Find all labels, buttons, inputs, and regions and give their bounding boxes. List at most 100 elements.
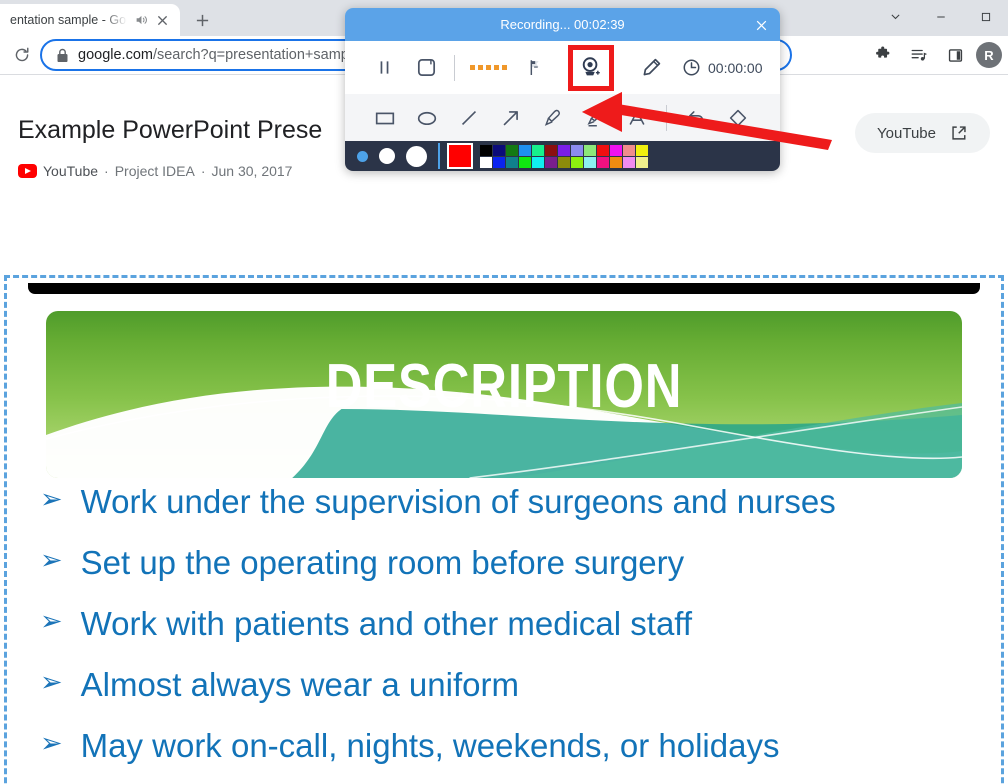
close-icon[interactable]: [155, 13, 170, 28]
undo-icon: [688, 110, 704, 125]
speaker-icon[interactable]: [134, 13, 148, 27]
pen-icon: [544, 109, 561, 126]
bullet-arrow-icon: ➢: [40, 727, 63, 758]
text-tool[interactable]: [617, 100, 657, 136]
color-swatch[interactable]: [545, 156, 557, 168]
stop-button[interactable]: [405, 47, 447, 89]
result-date: Jun 30, 2017: [211, 163, 293, 179]
color-swatch[interactable]: [584, 156, 596, 168]
color-swatch[interactable]: [493, 144, 505, 156]
open-youtube-label: YouTube: [877, 124, 936, 142]
brush-size-large[interactable]: [406, 145, 427, 167]
recording-timer: 00:00:00: [682, 58, 763, 77]
ellipse-tool[interactable]: [407, 100, 447, 136]
highlighter-icon: [587, 109, 604, 126]
color-swatch[interactable]: [636, 156, 648, 168]
chevron-down-icon: [891, 14, 900, 20]
slide-selection-frame[interactable]: DESCRIPTION ➢ Work under the supervision…: [4, 275, 1004, 784]
brush-size-small[interactable]: [357, 150, 368, 162]
highlighter-tool[interactable]: [575, 100, 615, 136]
annotate-button[interactable]: [630, 47, 672, 89]
color-swatch[interactable]: [571, 156, 583, 168]
eraser-icon: [729, 109, 747, 126]
reload-button[interactable]: [7, 40, 37, 70]
color-swatch[interactable]: [558, 156, 570, 168]
brush-size-medium[interactable]: [379, 148, 395, 164]
line-icon: [461, 110, 477, 125]
window-controls: [873, 0, 1008, 33]
bullet-arrow-icon: ➢: [40, 484, 63, 514]
eraser-tool[interactable]: [718, 100, 758, 136]
bullet-arrow-icon: ➢: [40, 666, 63, 697]
divider: [666, 104, 667, 131]
color-swatch[interactable]: [597, 144, 609, 156]
bullet-arrow-icon: ➢: [40, 605, 63, 636]
chevron-down-button[interactable]: [873, 0, 918, 33]
extensions-button[interactable]: [868, 40, 898, 70]
color-swatch[interactable]: [597, 156, 609, 168]
screen-recorder-toolbar: Recording... 00:02:39 00:00:00: [345, 8, 780, 171]
meta-separator-1: ·: [104, 163, 109, 179]
color-swatch[interactable]: [610, 144, 622, 156]
color-swatch[interactable]: [506, 144, 518, 156]
color-swatch[interactable]: [545, 144, 557, 156]
color-swatch[interactable]: [519, 156, 531, 168]
list-item: ➢ Set up the operating room before surge…: [40, 544, 976, 583]
ellipse-icon: [417, 111, 437, 125]
palette-row-2: [480, 156, 648, 168]
rectangle-icon: [375, 112, 395, 124]
rectangle-tool[interactable]: [365, 100, 405, 136]
undo-tool[interactable]: [676, 100, 716, 136]
puzzle-icon: [876, 46, 890, 58]
color-swatch[interactable]: [558, 144, 570, 156]
color-swatch[interactable]: [610, 156, 622, 168]
list-item: ➢ May work on-call, nights, weekends, or…: [40, 727, 976, 766]
color-swatch[interactable]: [493, 156, 505, 168]
current-color-swatch[interactable]: [447, 143, 473, 169]
color-swatch[interactable]: [519, 144, 531, 156]
recorder-controls-row: 00:00:00: [345, 41, 780, 94]
color-swatch[interactable]: [623, 156, 635, 168]
maximize-button[interactable]: [963, 0, 1008, 33]
bullet-arrow-icon: ➢: [40, 544, 63, 575]
slide-header-banner: DESCRIPTION: [46, 311, 962, 478]
color-swatch[interactable]: [571, 144, 583, 156]
result-channel: Project IDEA: [114, 163, 195, 179]
color-swatch[interactable]: [584, 144, 596, 156]
color-swatch[interactable]: [636, 144, 648, 156]
color-swatch[interactable]: [623, 144, 635, 156]
color-swatch[interactable]: [480, 156, 492, 168]
stop-icon: [417, 58, 435, 77]
new-tab-button[interactable]: [188, 6, 216, 34]
pen-tool[interactable]: [533, 100, 573, 136]
close-icon[interactable]: [750, 14, 772, 36]
slide-top-bar: [28, 283, 980, 294]
minimize-button[interactable]: [918, 0, 963, 33]
pause-button[interactable]: [363, 47, 405, 89]
page-title: Example PowerPoint Prese: [18, 116, 323, 144]
external-link-icon: [952, 126, 966, 140]
webcam-button[interactable]: [568, 44, 614, 91]
bookmark-flag-button[interactable]: [514, 47, 556, 89]
color-swatch[interactable]: [506, 156, 518, 168]
recorder-titlebar[interactable]: Recording... 00:02:39: [345, 8, 780, 41]
reading-list-button[interactable]: [904, 40, 934, 70]
audio-level-indicator[interactable]: [462, 65, 514, 70]
line-tool[interactable]: [449, 100, 489, 136]
color-swatch[interactable]: [532, 144, 544, 156]
clock-icon: [683, 59, 700, 76]
avatar[interactable]: R: [976, 42, 1002, 68]
youtube-icon: [18, 164, 37, 178]
color-swatch[interactable]: [532, 156, 544, 168]
text-a-icon: [629, 110, 645, 125]
browser-tab[interactable]: entation sample - Googl: [0, 4, 180, 36]
pencil-icon: [643, 58, 661, 75]
open-youtube-button[interactable]: YouTube: [855, 113, 990, 153]
arrow-tool[interactable]: [491, 100, 531, 136]
side-panel-button[interactable]: [940, 40, 970, 70]
maximize-icon: [981, 12, 990, 21]
divider: [438, 143, 440, 169]
drawing-tools-row: [345, 94, 780, 141]
result-source: YouTube: [43, 163, 99, 179]
color-swatch[interactable]: [480, 144, 492, 156]
